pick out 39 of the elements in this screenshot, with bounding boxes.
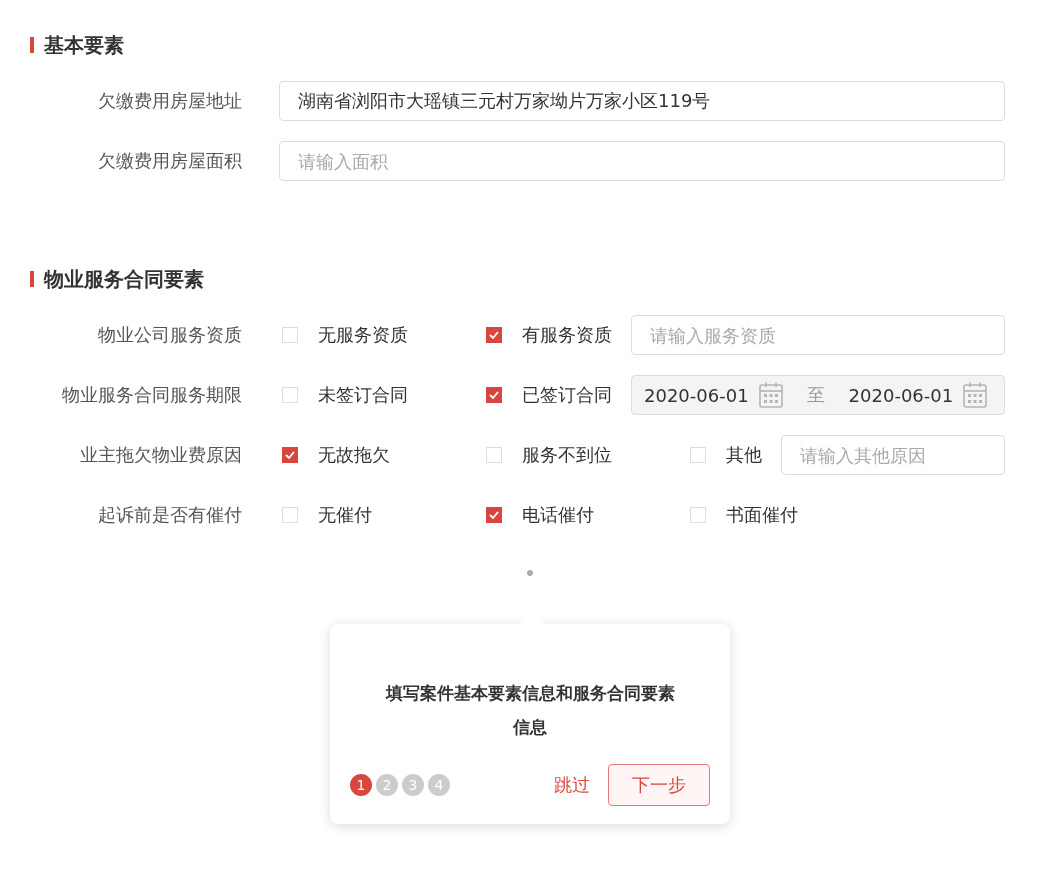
option-label: 有服务资质 [522,323,612,347]
checkbox[interactable] [486,387,502,403]
field-label: 起诉前是否有催付 [97,503,242,527]
field-label: 欠缴费用房屋面积 [97,149,242,173]
option-label: 服务不到位 [522,443,612,467]
field-label: 业主拖欠物业费原因 [79,443,242,467]
skip-link[interactable]: 跳过 [554,773,590,797]
input-field[interactable]: 请输入面积 [279,141,1005,181]
range-separator: 至 [806,383,825,407]
option-label: 电话催付 [522,503,594,527]
checkbox[interactable] [282,447,298,463]
option-label: 书面催付 [726,503,798,527]
end-date: 2020-06-01 [848,384,954,406]
checkbox[interactable] [486,327,502,343]
input-field[interactable]: 湖南省浏阳市大瑶镇三元村万家坳片万家小区119号 [279,81,1005,121]
option-label: 无催付 [318,503,372,527]
option-label: 未签订合同 [318,383,408,407]
input-field[interactable]: 请输入其他原因 [781,435,1005,475]
section-title: 基本要素 [44,31,124,59]
date-range-field[interactable]: 2020-06-01 至 2020-06-01 [631,375,1005,415]
checkbox[interactable] [486,507,502,523]
option-label: 其他 [726,443,762,467]
input-field[interactable]: 请输入服务资质 [631,315,1005,355]
guide-message: 填写案件基本要素信息和服务合同要素信息 [384,682,676,739]
field-label: 物业公司服务资质 [97,323,242,347]
option-label: 无服务资质 [318,323,408,347]
option-label: 无故拖欠 [318,443,390,467]
section-marker [30,37,34,53]
calendar-icon[interactable] [963,382,988,408]
section-marker [30,271,34,287]
field-label: 物业服务合同服务期限 [61,383,242,407]
next-button[interactable]: 下一步 [608,764,710,806]
section-title: 物业服务合同要素 [44,265,204,293]
step-indicator: 1 [350,774,372,796]
calendar-icon[interactable] [758,382,783,408]
option-label: 已签订合同 [522,383,612,407]
field-label: 欠缴费用房屋地址 [97,89,242,113]
beacon-dot [527,570,533,576]
start-date: 2020-06-01 [644,384,749,406]
